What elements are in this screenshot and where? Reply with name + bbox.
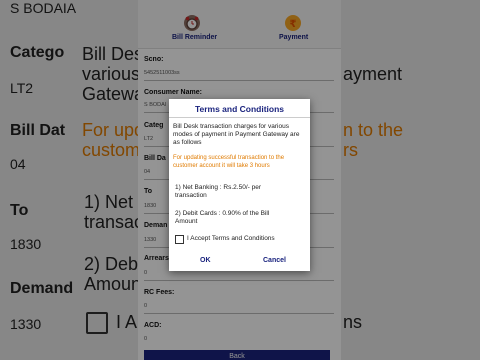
arrears-value: 0 [144, 270, 148, 276]
back-button[interactable]: Back [144, 350, 330, 360]
bg-modal-accept: I A [116, 312, 138, 332]
dialog-title: Terms and Conditions [194, 104, 285, 114]
dialog-warning-text: For updating successful transaction to t… [173, 155, 285, 169]
bg-total-value: 1830 [10, 236, 42, 252]
bill-date-label: Bill Da [144, 155, 166, 162]
divider [144, 280, 334, 281]
category-label: Categ [144, 122, 164, 129]
background-left-panel: S BODAIA Catego LT2 Bill Dat 04 To 1830 … [0, 0, 138, 360]
acd-value: 0 [144, 336, 148, 342]
bg-modal-transac: transac [84, 212, 138, 232]
accept-terms-label[interactable]: I Accept Terms and Conditions [187, 235, 275, 242]
alarm-clock-icon[interactable] [184, 15, 200, 31]
payment-button[interactable]: Payment [279, 34, 308, 41]
bg-modal-net: 1) Net [84, 192, 134, 212]
scno-value: 5452511003ss [144, 70, 180, 76]
dialog-intro-text: Bill Desk transaction charges for variou… [173, 123, 300, 146]
arrears-label: Arrears: [144, 255, 172, 262]
bg-modal-orange1: For updat [82, 120, 138, 140]
bg-modal-orange-right2: rs [343, 140, 358, 160]
dialog-item-debit-cards: 2) Debit Cards : 0.90% of the Bill Amoun… [175, 210, 270, 225]
dialog-divider [169, 117, 310, 118]
demand-label: Deman [144, 222, 168, 229]
divider [144, 80, 334, 81]
bg-category-label: Catego [10, 44, 65, 61]
total-label: To [144, 188, 153, 195]
rupee-icon[interactable]: ₹ [285, 15, 301, 31]
bill-date-value: 04 [144, 169, 151, 175]
background-right-panel: ayment n to the rs ns [341, 0, 480, 360]
bg-modal-orange-right1: n to the [343, 120, 404, 140]
bg-accept-checkbox [86, 312, 108, 334]
bg-bill-date-value: 04 [10, 156, 26, 172]
accept-terms-checkbox[interactable] [175, 235, 184, 244]
bg-demand-value: 1330 [10, 316, 42, 332]
bg-modal-orange2: customer [82, 140, 138, 160]
bg-bill-date-label: Bill Dat [10, 122, 66, 139]
rc-fees-value: 0 [144, 303, 148, 309]
top-action-bar: Bill Reminder ₹ Payment [138, 0, 341, 49]
ok-button[interactable]: OK [200, 257, 211, 264]
consumer-name-value: S BODAI [144, 102, 167, 108]
bill-reminder-button[interactable]: Bill Reminder [172, 34, 217, 41]
category-value: LT2 [144, 136, 154, 142]
bg-modal-amount: Amount [84, 274, 138, 294]
scno-label: Scno: [144, 56, 164, 63]
bg-modal-line2: various [82, 64, 138, 84]
bg-modal-debit: 2) Debi [84, 254, 138, 274]
total-value: 1830 [144, 203, 157, 209]
bg-modal-line3: Gateway [82, 84, 138, 104]
bg-modal-line1: Bill Desk [82, 44, 138, 64]
terms-dialog: Terms and Conditions Bill Desk transacti… [169, 99, 310, 271]
bg-consumer-name: S BODAIA [10, 0, 77, 16]
consumer-name-label: Consumer Name: [144, 89, 202, 96]
dialog-item-net-banking: 1) Net Banking : Rs.2.50/- per transacti… [175, 184, 261, 199]
bg-category-value: LT2 [10, 80, 34, 96]
divider [144, 313, 334, 314]
bg-total-label: To [10, 202, 29, 219]
bg-modal-accept-right: ns [343, 312, 363, 332]
rc-fees-label: RC Fees: [144, 289, 175, 296]
acd-label: ACD: [144, 322, 162, 329]
svg-text:₹: ₹ [290, 19, 297, 30]
bg-demand-label: Demand [10, 280, 74, 297]
demand-value: 1330 [144, 237, 157, 243]
bg-modal-right1: ayment [343, 64, 403, 84]
cancel-button[interactable]: Cancel [263, 257, 286, 264]
